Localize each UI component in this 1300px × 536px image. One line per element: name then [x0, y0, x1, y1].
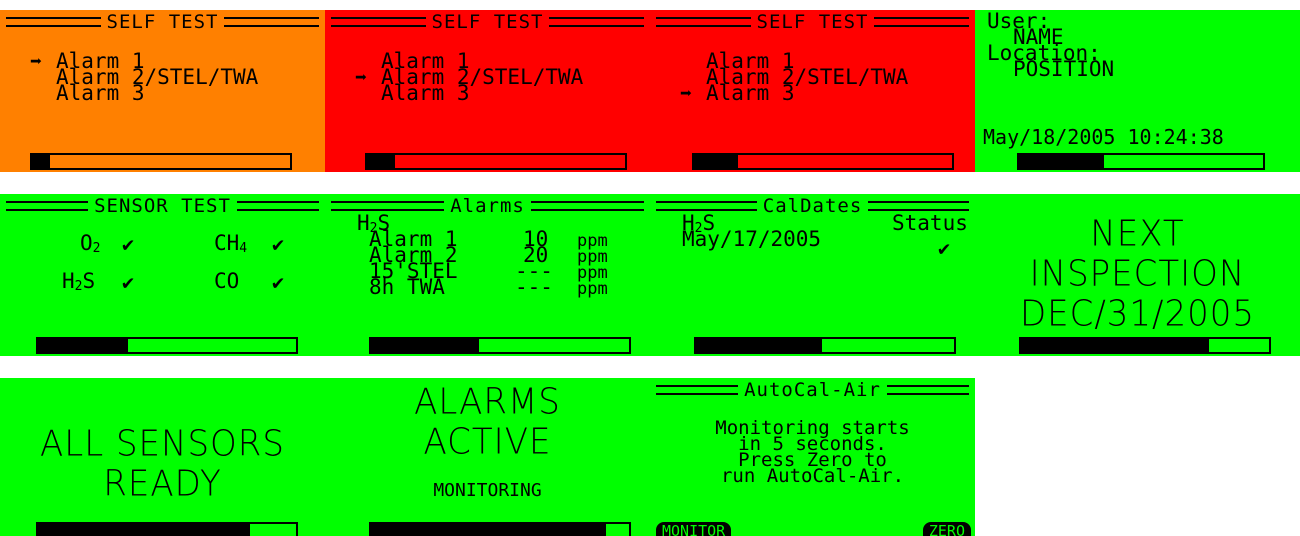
progress-fill [694, 155, 738, 168]
progress-fill [371, 524, 606, 536]
sensor-o2-label: O2 [80, 231, 101, 257]
progress-fill [1019, 155, 1105, 168]
panel-header: SELF TEST [656, 11, 970, 33]
progress-bar [365, 153, 627, 170]
panel-title: SENSOR TEST [94, 195, 231, 217]
progress-fill [32, 155, 51, 168]
all-sensors-label: ALL SENSORS [40, 423, 285, 465]
panel-title: SELF TEST [431, 11, 544, 33]
monitor-softkey-button[interactable]: MONITOR [656, 522, 732, 536]
self-test-panel-alarm2: SELF TEST ➡ Alarm 1 Alarm 2/STEL/TWA Ala… [325, 10, 650, 172]
panel-title: SELF TEST [756, 11, 869, 33]
autocal-line: run AutoCal-Air. [720, 465, 905, 487]
cal-date: May/17/2005 [682, 227, 822, 251]
progress-fill [371, 339, 480, 352]
panel-header: AutoCal-Air [656, 380, 969, 400]
alarms-panel: Alarms H2S Alarm 1 10 ppm Alarm 2 20 ppm… [325, 194, 650, 356]
progress-bar [1017, 153, 1265, 170]
panel-header: SELF TEST [6, 11, 320, 33]
panel-title: CalDates [762, 195, 863, 217]
status-label: Status [892, 211, 968, 235]
selection-arrow-icon: ➡ [680, 81, 693, 105]
progress-bar [692, 153, 954, 170]
progress-bar [369, 337, 631, 354]
panel-title: SELF TEST [106, 11, 219, 33]
progress-bar [36, 337, 298, 354]
panel-title: Alarms [450, 195, 525, 217]
menu-item-alarm3: Alarm 3 [706, 81, 795, 105]
panel-header: SELF TEST [331, 11, 645, 33]
self-test-panel-alarm1: SELF TEST ➡ Alarm 1 Alarm 2/STEL/TWA Ala… [0, 10, 325, 172]
sensor-ch4-label: CH4 [214, 231, 248, 257]
menu-item-alarm3: Alarm 3 [56, 81, 145, 105]
menu-item-alarm3: Alarm 3 [381, 81, 470, 105]
next-inspection-panel: NEXT INSPECTION DEC/31/2005 [975, 194, 1300, 356]
active-label: ACTIVE [423, 421, 552, 463]
progress-fill [38, 524, 250, 536]
progress-fill [38, 339, 129, 352]
sensor-test-panel: SENSOR TEST O2 ✔ CH4 ✔ H2S ✔ CO ✔ [0, 194, 325, 356]
next-label: NEXT [1090, 213, 1185, 255]
selection-arrow-icon: ➡ [30, 49, 43, 73]
monitoring-label: MONITORING [433, 480, 542, 501]
autocal-air-panel: AutoCal-Air Monitoring starts in 5 secon… [650, 378, 975, 536]
alarms-active-panel: ALARMS ACTIVE MONITORING [325, 378, 650, 536]
user-info-panel: User: NAME Location: POSITION May/18/200… [975, 10, 1300, 172]
check-icon: ✔ [272, 232, 285, 256]
datetime: May/18/2005 10:24:38 [983, 125, 1224, 149]
location-value: POSITION [1013, 57, 1115, 81]
progress-fill [1021, 339, 1210, 352]
cal-dates-panel: CalDates H2S May/17/2005 Status ✔ [650, 194, 975, 356]
check-icon: ✔ [122, 232, 135, 256]
alarm-row-unit: ppm [577, 279, 608, 299]
panel-header: SENSOR TEST [6, 196, 319, 216]
progress-fill [696, 339, 823, 352]
zero-softkey-button[interactable]: ZERO [922, 522, 971, 536]
progress-bar [30, 153, 292, 170]
progress-bar [694, 337, 956, 354]
ready-label: READY [103, 463, 222, 505]
check-icon: ✔ [122, 270, 135, 294]
panel-title: AutoCal-Air [744, 379, 881, 401]
alarms-label: ALARMS [414, 381, 561, 423]
progress-bar [369, 522, 631, 536]
selection-arrow-icon: ➡ [355, 65, 368, 89]
sensor-h2s-label: H2S [62, 269, 96, 295]
progress-bar [36, 522, 298, 536]
progress-bar [1019, 337, 1271, 354]
sensor-co-label: CO [214, 269, 240, 293]
self-test-panel-alarm3: SELF TEST ➡ Alarm 1 Alarm 2/STEL/TWA Ala… [650, 10, 975, 172]
all-sensors-ready-panel: ALL SENSORS READY [0, 378, 325, 536]
alarm-row-value: --- [515, 275, 553, 299]
progress-fill [367, 155, 396, 168]
inspection-label: INSPECTION [1029, 253, 1246, 295]
check-icon: ✔ [938, 236, 951, 260]
inspection-date: DEC/31/2005 [1019, 293, 1256, 335]
check-icon: ✔ [272, 270, 285, 294]
alarm-row-label: 8h TWA [369, 275, 445, 299]
